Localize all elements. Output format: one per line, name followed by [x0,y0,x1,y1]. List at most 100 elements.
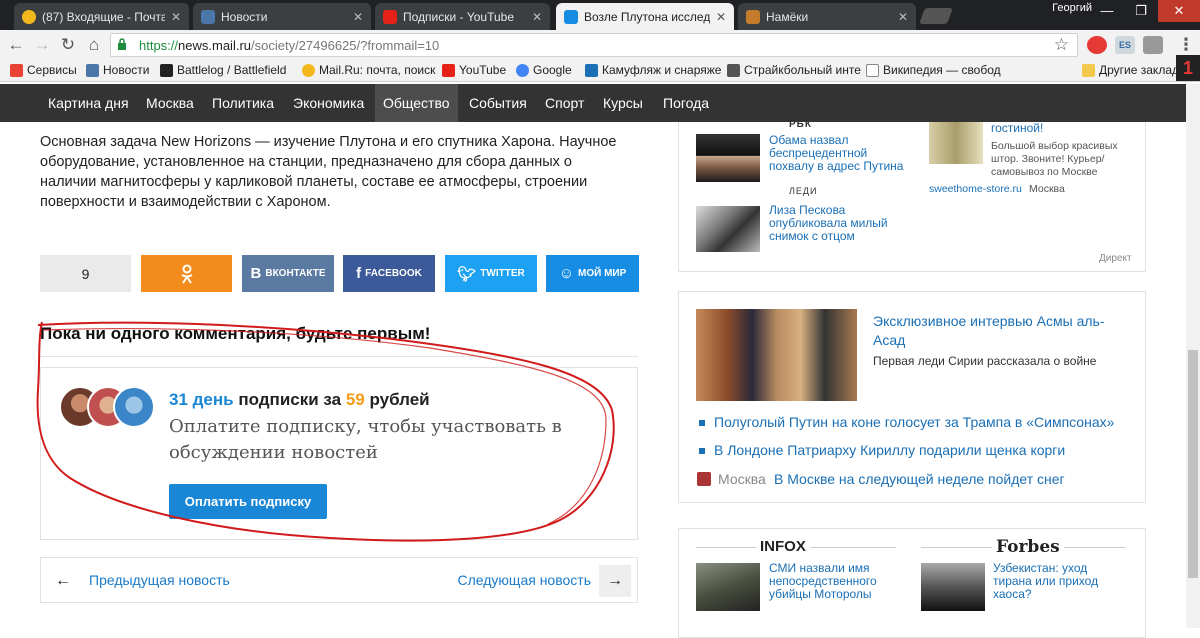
bookmark-google[interactable]: Google [516,63,572,77]
news-photo[interactable] [696,563,760,611]
home-icon[interactable]: ⌂ [84,36,104,56]
bookmark-label: Сервисы [27,63,77,77]
sidebar-top-card: РБК Обама назвал беспрецедентной похвалу… [678,119,1146,272]
ad-title[interactable]: гостиной! [991,122,1043,135]
bookmark-star-icon[interactable]: ☆ [1054,35,1069,55]
share-moimir-button[interactable]: ☺ МОЙ МИР [546,255,639,292]
bookmark-camo[interactable]: Камуфляж и снаряже [585,63,721,77]
avatar [113,386,155,428]
news-link[interactable]: Полуголый Путин на коне голосует за Трам… [714,414,1114,430]
news-photo[interactable] [696,206,760,252]
nav-item[interactable]: Курсы [595,84,651,122]
prev-arrow-icon[interactable]: ← [47,565,79,597]
extension-icon[interactable] [1143,36,1163,54]
bookmark-label: Battlelog / Battlefield [177,63,287,77]
moscow-news-link[interactable]: В Москве на следующей неделе пойдет снег [774,471,1065,487]
folder-icon [1082,63,1095,77]
adblock-extension-icon[interactable] [1087,36,1107,54]
bookmark-mailru[interactable]: Mail.Ru: почта, поиск [302,63,435,77]
maximize-icon[interactable]: ❐ [1124,0,1158,22]
battlelog-icon [160,63,173,77]
nav-item[interactable]: События [461,84,535,122]
bookmark-label: Википедия — свобод [883,63,1001,77]
bookmark-battlelog[interactable]: Battlelog / Battlefield [160,63,286,77]
bookmark-label: Камуфляж и снаряже [602,63,722,77]
news-link[interactable]: Обама назвал беспрецедентной похвалу в а… [769,134,909,173]
bookmark-services[interactable]: Сервисы [10,63,77,77]
news-link[interactable]: В Лондоне Патриарху Кириллу подарили щен… [714,442,1065,458]
promo-currency: рублей [364,390,430,409]
scrollbar-thumb[interactable] [1188,350,1198,578]
ledi-logo: ЛЕДИ [789,186,818,196]
share-label: МОЙ МИР [578,268,627,279]
close-icon[interactable]: ✕ [716,10,726,24]
back-icon[interactable]: ← [6,36,26,56]
nav-item[interactable]: Погода [655,84,717,122]
share-count: 9 [40,255,131,292]
news-photo[interactable] [921,563,985,611]
new-tab-button[interactable] [919,8,953,24]
nav-item[interactable]: Экономика [285,84,372,122]
mail-icon [302,63,315,77]
close-icon[interactable]: ✕ [898,10,908,24]
tab-mail[interactable]: (87) Входящие - Почта М ✕ [14,3,189,30]
profile-name[interactable]: Георгий [1052,2,1092,14]
prev-news-link[interactable]: Предыдущая новость [89,572,230,588]
window-close-icon[interactable]: ✕ [1158,0,1200,22]
news-link[interactable]: Узбекистан: уход тирана или приход хаоса… [993,562,1123,601]
apps-icon [10,63,23,77]
bookmark-label: Другие заклад [1099,63,1179,77]
promo-title: 31 день подписки за 59 рублей [169,390,430,410]
es-extension-icon[interactable]: ES [1115,36,1135,54]
url-scheme: https:// [139,38,179,53]
address-bar[interactable]: https://news.mail.ru/society/27496625/?f… [110,33,1078,57]
window-controls: — ❐ ✕ [1090,0,1200,22]
bookmark-airsoft[interactable]: Страйкбольный инте [727,63,861,77]
share-twitter-button[interactable]: 🐦︎ TWITTER [445,255,537,292]
bookmark-news[interactable]: Новости [86,63,149,77]
tab-title: Намёки [766,9,809,24]
next-news-link[interactable]: Следующая новость [458,572,592,588]
bookmark-youtube[interactable]: YouTube [442,63,506,77]
notification-counter[interactable]: 1 [1176,55,1200,81]
news-photo[interactable] [696,134,760,182]
forbes-logo: Forbes [992,537,1064,557]
close-icon[interactable]: ✕ [532,10,542,24]
minimize-icon[interactable]: — [1090,0,1124,22]
nav-item[interactable]: Политика [204,84,282,122]
close-icon[interactable]: ✕ [171,10,181,24]
nav-item[interactable]: Спорт [537,84,592,122]
direct-label[interactable]: Директ [1099,253,1132,264]
nav-item-active[interactable]: Общество [375,84,458,122]
tab-pluto-news[interactable]: Возле Плутона исследо ✕ [556,3,734,30]
promo-price: 59 [345,390,365,409]
ad-photo[interactable] [929,122,983,164]
article-paragraph: Основная задача New Horizons — изучение … [40,134,617,210]
news-link[interactable]: Лиза Пескова опубликовала милый снимок с… [769,204,909,243]
headline-link[interactable]: Эксклюзивное интервью Асмы аль-Асад [873,312,1133,350]
nav-item[interactable]: Москва [138,84,202,122]
share-vk-button[interactable]: В ВКОНТАКТЕ [242,255,334,292]
nav-item[interactable]: Картина дня [40,84,137,122]
reload-icon[interactable]: ↻ [58,36,78,56]
google-icon [516,63,529,77]
bookmark-wikipedia[interactable]: Википедия — свобод [866,63,1001,77]
divider [40,356,638,357]
share-facebook-button[interactable]: f FACEBOOK [343,255,435,292]
menu-icon[interactable]: ⋮ [1176,36,1196,56]
ad-site-link[interactable]: sweethome-store.ru [929,183,1022,196]
bookmark-other[interactable]: Другие заклад [1082,63,1179,77]
sidebar-bottom-card: INFOX Forbes СМИ назвали имя непосредств… [678,528,1146,638]
tab-youtube[interactable]: Подписки - YouTube ✕ [375,3,550,30]
share-ok-button[interactable] [141,255,232,292]
forward-icon[interactable]: → [32,36,52,56]
close-icon[interactable]: ✕ [353,10,363,24]
tab-vk-news[interactable]: Новости ✕ [193,3,371,30]
tab-hints[interactable]: Намёки ✕ [738,3,916,30]
news-link[interactable]: СМИ назвали имя непосредственного убийцы… [769,562,909,601]
next-arrow-icon[interactable]: → [599,565,631,597]
subscription-promo: 31 день подписки за 59 рублей Оплатите п… [40,367,638,540]
promo-mid: подписки за [233,390,346,409]
pay-subscription-button[interactable]: Оплатить подписку [169,484,327,519]
headline-photo[interactable] [696,309,857,401]
